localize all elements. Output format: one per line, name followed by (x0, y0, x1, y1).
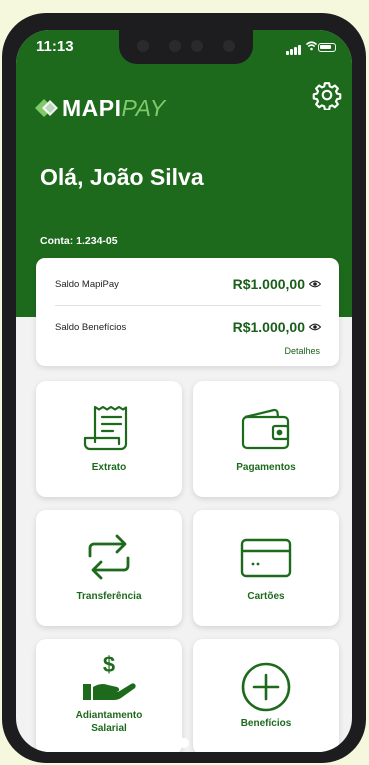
phone-frame: 11:13 MAPIPAY Olá, João Silva Conta: 1.2… (2, 13, 366, 763)
wifi-icon (306, 41, 317, 51)
balance-card: Saldo MapiPay R$1.000,00 Saldo Benefício… (36, 258, 339, 366)
balance-row-beneficios: Saldo Benefícios R$1.000,00 (55, 315, 321, 339)
receipt-icon (83, 405, 128, 451)
brand-name: MAPIPAY (62, 94, 166, 121)
details-link[interactable]: Detalhes (284, 346, 320, 356)
sensor-icon (223, 40, 235, 52)
sensor-icon (137, 40, 149, 52)
tile-label: Transferência (76, 591, 142, 602)
logo-mark-icon (35, 99, 58, 117)
credit-card-icon (240, 538, 292, 578)
tile-cartoes[interactable]: Cartões (193, 510, 339, 626)
transfer-arrows-icon (88, 534, 130, 580)
tile-label: Cartões (247, 591, 285, 602)
wallet-icon (241, 408, 290, 450)
status-time: 11:13 (36, 38, 74, 55)
plus-circle-icon (241, 662, 291, 712)
balance-row-mapipay: Saldo MapiPay R$1.000,00 (55, 272, 321, 296)
eye-icon[interactable] (309, 280, 321, 288)
tile-label: Adiantamento Salarial (36, 709, 182, 735)
greeting-title: Olá, João Silva (40, 164, 204, 190)
account-number: Conta: 1.234-05 (40, 235, 118, 247)
balance-value: R$1.000,00 (232, 319, 305, 335)
nav-recents-icon[interactable] (259, 737, 271, 749)
nav-back-icon[interactable] (94, 736, 108, 750)
nav-home-icon[interactable] (178, 737, 190, 749)
battery-icon (318, 43, 336, 52)
salary-advance-icon: $ (83, 652, 136, 700)
mapipay-logo: MAPIPAY (34, 93, 166, 123)
balance-label: Saldo Benefícios (55, 321, 127, 333)
status-icons (286, 41, 336, 55)
sensor-icon (169, 40, 181, 52)
balance-value: R$1.000,00 (232, 276, 305, 292)
tile-transferencia[interactable]: Transferência (36, 510, 182, 626)
divider (55, 305, 321, 306)
camera-icon (191, 40, 203, 52)
tile-label-line: Adiantamento (75, 710, 143, 721)
eye-icon[interactable] (309, 323, 321, 331)
tile-label: Extrato (91, 462, 127, 473)
app-screen: 11:13 MAPIPAY Olá, João Silva Conta: 1.2… (16, 30, 352, 752)
settings-gear-icon[interactable] (312, 80, 342, 110)
svg-text:$: $ (103, 652, 115, 677)
camera-notch (119, 30, 253, 64)
tile-pagamentos[interactable]: Pagamentos (193, 381, 339, 497)
tile-extrato[interactable]: Extrato (36, 381, 182, 497)
tile-label: Benefícios (240, 718, 292, 729)
balance-label: Saldo MapiPay (55, 278, 119, 290)
tile-label: Pagamentos (236, 462, 296, 473)
